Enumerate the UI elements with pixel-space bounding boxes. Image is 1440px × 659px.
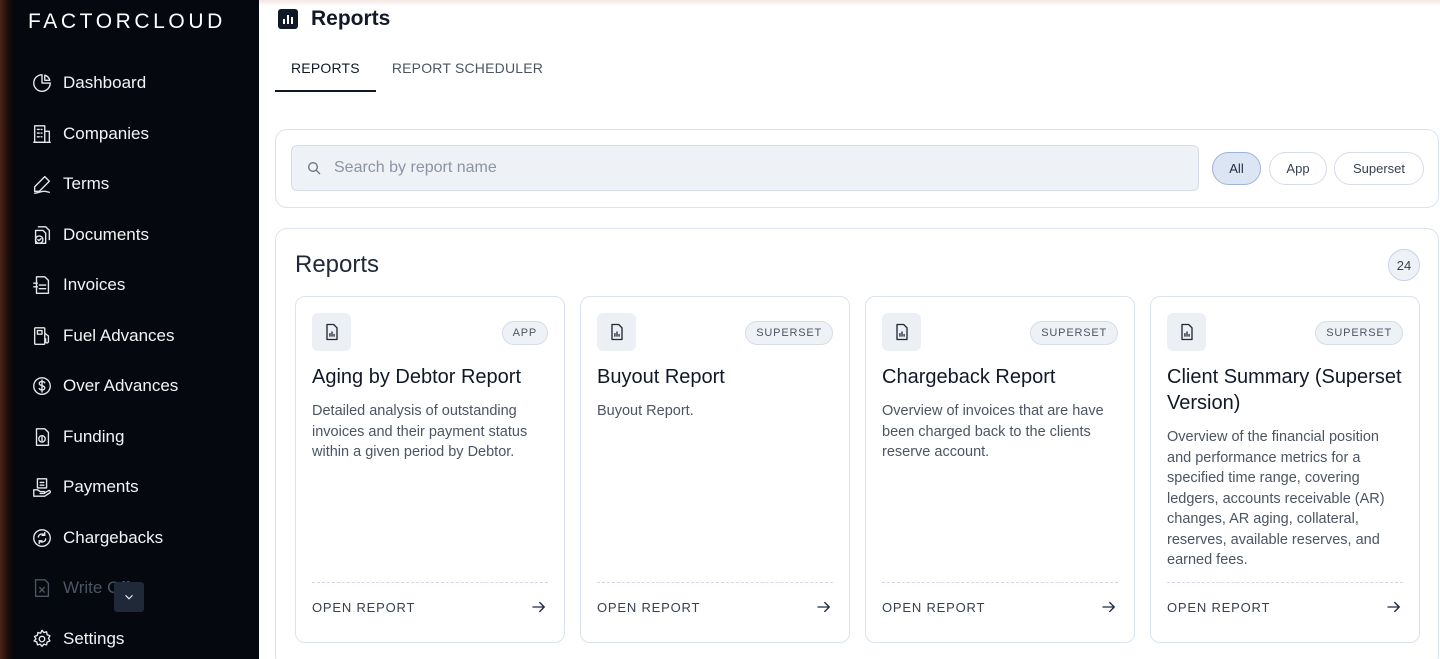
sidebar-item-label: Funding [63, 426, 125, 446]
sidebar-nav: Dashboard Companies Terms Documents Invo… [30, 58, 250, 659]
filter-app-chip[interactable]: App [1269, 152, 1327, 185]
report-title: Chargeback Report [882, 366, 1056, 388]
sidebar-item-dashboard[interactable]: Dashboard [30, 58, 250, 109]
search-icon [308, 162, 321, 175]
open-report-label: OPEN REPORT [312, 599, 416, 615]
report-description: Overview of invoices that are have been … [882, 403, 1104, 460]
refresh-circle-icon [30, 526, 54, 550]
chevron-down-icon [125, 594, 133, 600]
report-title: Aging by Debtor Report [312, 366, 522, 388]
search-input[interactable] [334, 159, 1174, 177]
sidebar-item-payments[interactable]: Payments [30, 462, 250, 513]
sidebar-item-chargebacks[interactable]: Chargebacks [30, 513, 250, 564]
report-description: Buyout Report. [597, 403, 694, 419]
reports-panel: Reports 24 APP Aging by Debtor Report De… [275, 228, 1439, 659]
search-box[interactable] [291, 145, 1199, 191]
bar-chart-icon [278, 9, 298, 29]
search-panel: All App Superset [275, 129, 1439, 208]
payments-icon [30, 475, 54, 499]
sidebar-item-invoices[interactable]: Invoices [30, 260, 250, 311]
report-card[interactable]: SUPERSET Client Summary (Superset Versio… [1150, 296, 1420, 643]
sidebar-scroll-down-button[interactable] [114, 582, 144, 612]
document-x-icon [30, 576, 54, 600]
open-report-label: OPEN REPORT [882, 599, 986, 615]
report-description: Detailed analysis of outstanding invoice… [312, 403, 528, 460]
sidebar: FACTORCLOUD Dashboard Companies Terms Do… [0, 0, 259, 659]
arrow-right-icon [1102, 601, 1115, 613]
gear-icon [30, 627, 54, 651]
report-document-icon [312, 313, 351, 351]
tab-report-scheduler[interactable]: REPORT SCHEDULER [376, 48, 559, 92]
sidebar-item-label: Payments [63, 477, 139, 497]
money-document-icon [30, 425, 54, 449]
brand-logo: FACTORCLOUD [28, 10, 226, 33]
sidebar-item-companies[interactable]: Companies [30, 109, 250, 160]
sidebar-item-label: Invoices [63, 275, 126, 295]
arrow-right-icon [1387, 601, 1400, 613]
sidebar-item-terms[interactable]: Terms [30, 159, 250, 210]
pie-chart-icon [30, 71, 54, 95]
report-card[interactable]: APP Aging by Debtor Report Detailed anal… [295, 296, 565, 643]
dollar-circle-icon [30, 374, 54, 398]
report-type-badge: SUPERSET [1030, 321, 1118, 345]
sidebar-item-label: Documents [63, 224, 149, 244]
sidebar-item-documents[interactable]: Documents [30, 210, 250, 261]
open-report-link[interactable]: OPEN REPORT [1167, 597, 1403, 617]
sidebar-item-over-advances[interactable]: Over Advances [30, 361, 250, 412]
invoice-icon [30, 273, 54, 297]
open-report-link[interactable]: OPEN REPORT [312, 597, 548, 617]
main-content: Reports REPORTS REPORT SCHEDULER All App… [259, 0, 1440, 659]
report-document-icon [597, 313, 636, 351]
report-document-icon [882, 313, 921, 351]
filter-all-chip[interactable]: All [1212, 152, 1261, 185]
sidebar-item-label: Chargebacks [63, 527, 164, 547]
filter-superset-chip[interactable]: Superset [1334, 152, 1424, 185]
tab-bar: REPORTS REPORT SCHEDULER [275, 48, 559, 92]
page-title: Reports [278, 7, 390, 31]
report-card[interactable]: SUPERSET Chargeback Report Overview of i… [865, 296, 1135, 643]
sidebar-item-label: Companies [63, 123, 149, 143]
sidebar-item-label: Over Advances [63, 376, 179, 396]
document-check-icon [30, 223, 54, 247]
sidebar-item-label: Terms [63, 174, 110, 194]
arrow-right-icon [817, 601, 830, 613]
sidebar-item-label: Fuel Advances [63, 325, 175, 345]
page-title-text: Reports [311, 7, 391, 30]
report-document-icon [1167, 313, 1206, 351]
reports-heading: Reports [295, 251, 380, 278]
open-report-link[interactable]: OPEN REPORT [882, 597, 1118, 617]
tab-reports[interactable]: REPORTS [275, 48, 376, 92]
report-type-badge: SUPERSET [745, 321, 833, 345]
open-report-label: OPEN REPORT [597, 599, 701, 615]
reports-count-badge: 24 [1388, 249, 1420, 281]
sidebar-item-label: Dashboard [63, 73, 147, 93]
sidebar-item-settings[interactable]: Settings [30, 614, 250, 659]
sidebar-item-fuel-advances[interactable]: Fuel Advances [30, 311, 250, 362]
report-description: Overview of the financial position and p… [1167, 429, 1385, 568]
report-type-badge: APP [501, 321, 548, 345]
open-report-link[interactable]: OPEN REPORT [597, 597, 833, 617]
report-type-badge: SUPERSET [1315, 321, 1403, 345]
report-card[interactable]: SUPERSET Buyout Report Buyout Report. OP… [580, 296, 850, 643]
report-title: Buyout Report [597, 366, 725, 388]
signature-pen-icon [30, 172, 54, 196]
arrow-right-icon [532, 601, 545, 613]
building-icon [30, 122, 54, 146]
fuel-pump-icon [30, 324, 54, 348]
sidebar-item-label: Settings [63, 628, 125, 648]
report-title: Client Summary (Superset Version) [1167, 366, 1402, 414]
open-report-label: OPEN REPORT [1167, 599, 1271, 615]
sidebar-item-funding[interactable]: Funding [30, 412, 250, 463]
